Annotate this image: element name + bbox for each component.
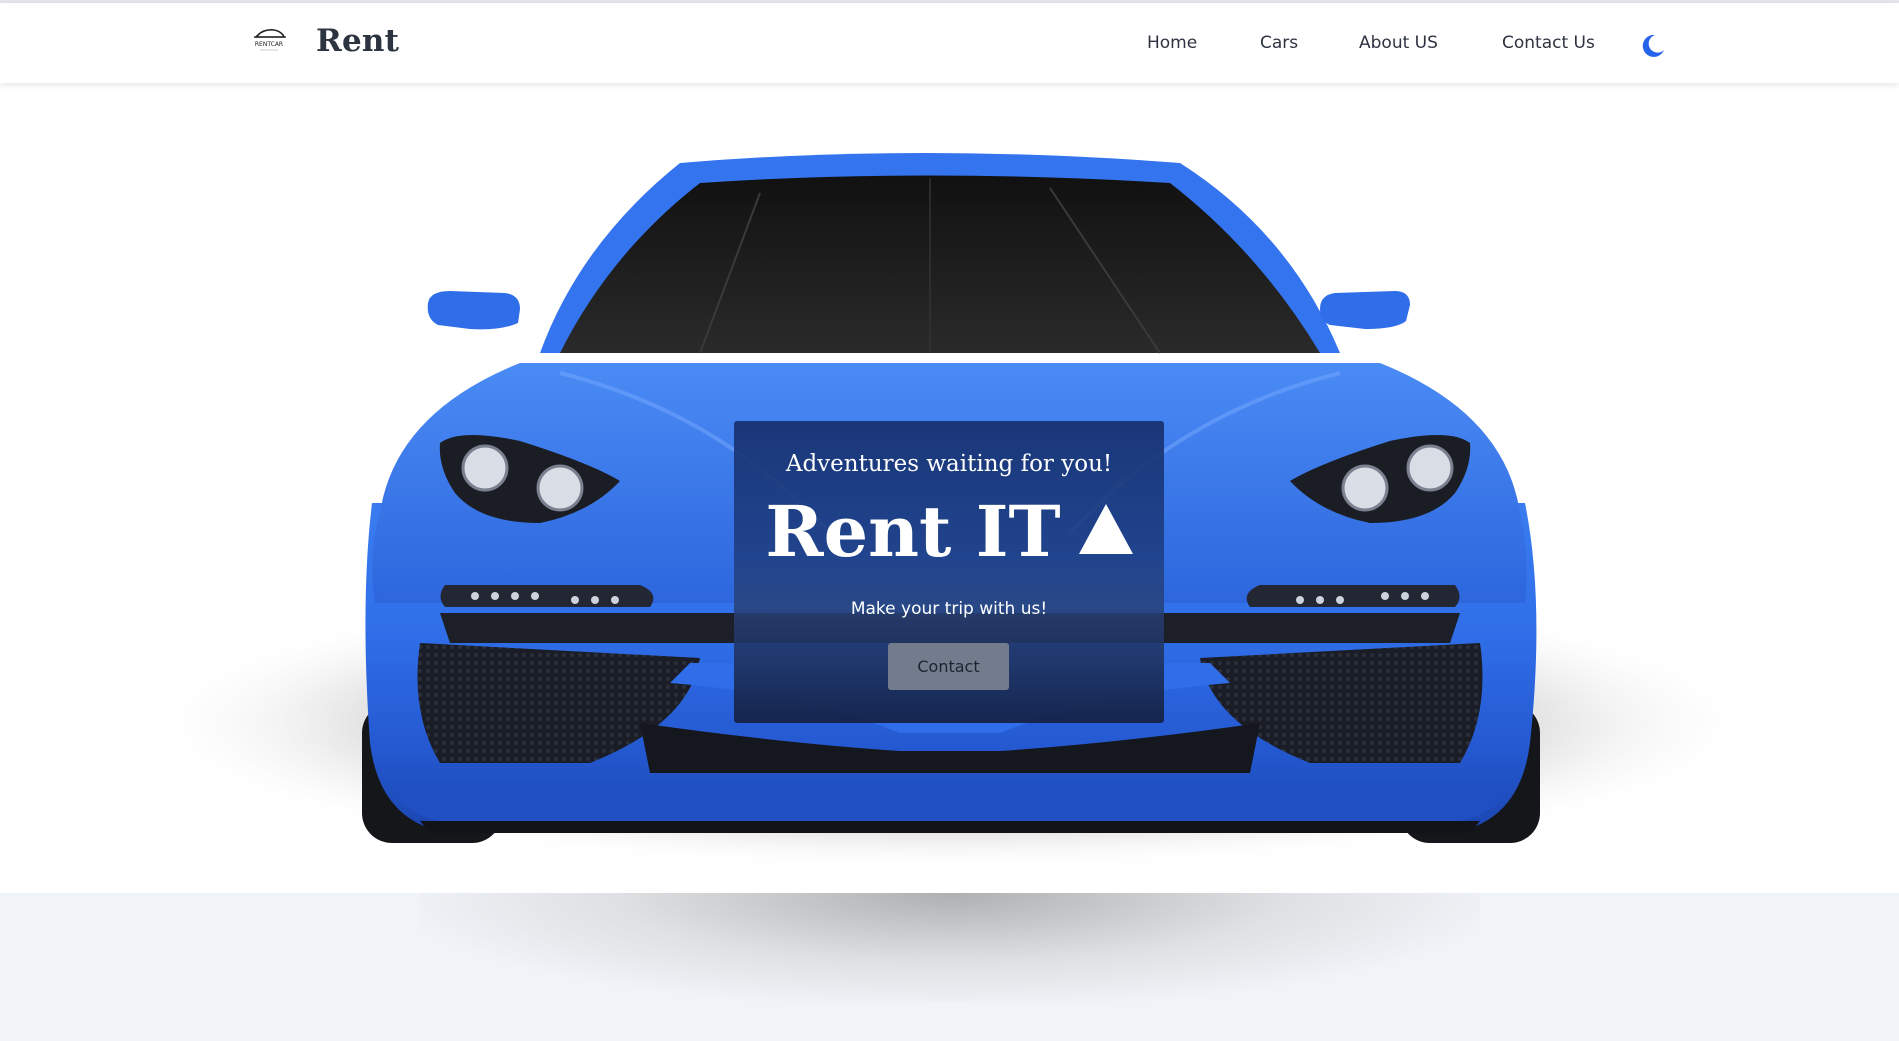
hero-title-text: Rent IT [765,490,1061,573]
triangle-up-icon [1078,504,1133,554]
contact-button[interactable]: Contact [888,643,1009,690]
car-shadow [420,893,1480,1003]
brand-name[interactable]: Rent [316,23,399,59]
nav-about-us[interactable]: About US [1359,33,1438,53]
theme-toggle-button[interactable] [1638,32,1666,60]
car-logo-icon: RENTCAR [254,29,286,51]
hero-title: Rent IT [734,497,1164,567]
nav-contact-us[interactable]: Contact Us [1502,33,1595,53]
nav-cars[interactable]: Cars [1260,33,1298,53]
nav-home[interactable]: Home [1147,33,1197,53]
logo[interactable]: RENTCAR [246,25,292,55]
hero-tagline: Adventures waiting for you! [785,451,1113,477]
hero-section: Adventures waiting for you! Rent IT Make… [0,83,1899,893]
logo-text: RENTCAR [255,41,283,48]
hero-card: Adventures waiting for you! Rent IT Make… [734,421,1164,723]
hero-subtitle: Make your trip with us! [850,599,1048,619]
page: RENTCAR Rent Home Cars About US Contact … [0,0,1899,1041]
moon-icon [1642,34,1664,57]
navbar: RENTCAR Rent Home Cars About US Contact … [0,3,1899,83]
